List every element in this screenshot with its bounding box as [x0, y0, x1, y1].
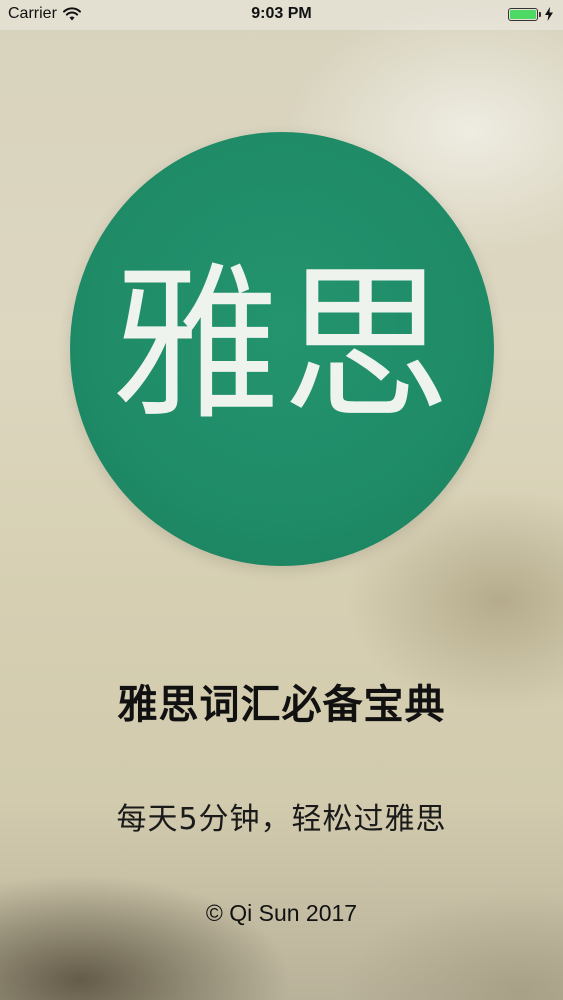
status-bar: Carrier 9:03 PM — [0, 0, 563, 30]
app-slogan: 每天5分钟，轻松过雅思 — [116, 802, 447, 837]
lightning-bolt-icon — [545, 7, 553, 21]
copyright-text: © Qi Sun 2017 — [205, 900, 358, 926]
battery-tip — [539, 11, 541, 17]
battery-group — [508, 7, 553, 21]
battery-icon — [508, 7, 538, 21]
status-time: 9:03 PM — [251, 5, 312, 22]
app-logo: 雅思 — [70, 132, 494, 566]
battery-fill — [510, 9, 536, 19]
app-headline: 雅思词汇必备宝典 — [117, 682, 446, 728]
logo-text: 雅思 — [112, 247, 452, 443]
